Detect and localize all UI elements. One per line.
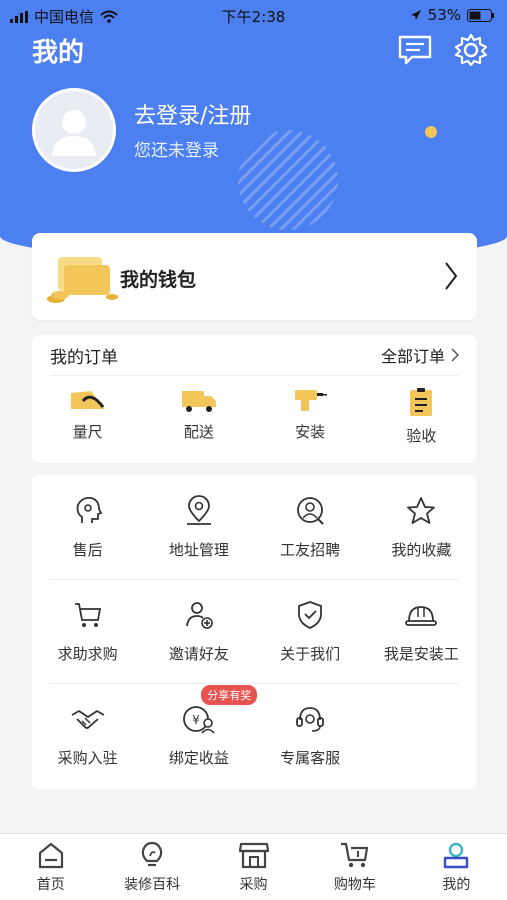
tab-label: 购物车 [333, 877, 376, 893]
message-icon [398, 35, 432, 65]
service-about[interactable]: 关于我们 [255, 599, 366, 664]
service-label: 我的收藏 [391, 541, 452, 559]
wallet-card[interactable]: 我的钱包 [32, 233, 477, 320]
service-label: 售后 [72, 541, 103, 559]
store-icon [238, 842, 269, 869]
battery-icon [467, 8, 494, 22]
order-item-label: 验收 [406, 427, 437, 445]
tab-label: 采购 [239, 877, 268, 893]
cart-icon [74, 603, 101, 627]
gear-icon [454, 33, 488, 67]
decorative-circle [238, 130, 338, 230]
tab-label: 我的 [442, 877, 471, 893]
shield-icon [298, 601, 323, 629]
service-label: 地址管理 [168, 541, 229, 559]
shopping-cart-icon [340, 842, 369, 868]
after-sales-icon [76, 496, 102, 523]
service-label: 绑定收益 [168, 749, 229, 767]
decorative-dot [425, 126, 437, 138]
service-invite[interactable]: 邀请好友 [143, 599, 254, 664]
orders-title: 我的订单 [50, 347, 118, 368]
page-title: 我的 [32, 38, 85, 68]
service-address[interactable]: 地址管理 [143, 495, 254, 560]
order-item-label: 配送 [183, 423, 214, 441]
tab-label: 装修百科 [124, 877, 181, 893]
service-customer-care[interactable]: 专属客服 [255, 703, 366, 768]
service-help-buy[interactable]: 求助求购 [32, 599, 143, 664]
svg-text:¥: ¥ [192, 713, 200, 727]
tab-mine[interactable]: 我的 [406, 834, 507, 900]
chevron-right-icon [445, 262, 458, 290]
helmet-icon [405, 606, 438, 626]
tab-label: 首页 [36, 877, 65, 893]
avatar[interactable] [32, 88, 116, 172]
service-after-sales[interactable]: 售后 [32, 495, 143, 560]
service-label: 采购入驻 [57, 749, 118, 767]
divider [50, 579, 459, 580]
service-favorites[interactable]: 我的收藏 [366, 495, 477, 560]
share-reward-badge: 分享有奖 [201, 685, 258, 705]
order-accept[interactable]: 验收 [366, 387, 477, 446]
service-label: 我是安装工 [383, 645, 459, 663]
bottom-tab-bar: 首页 装修百科 采购 购物车 我的 [0, 833, 507, 900]
tab-shopping-cart[interactable]: 购物车 [304, 834, 405, 900]
service-bind-earnings[interactable]: 分享有奖 ¥ 绑定收益 [143, 685, 258, 768]
login-register-link[interactable]: 去登录/注册 [134, 98, 251, 130]
headset-icon [296, 707, 325, 732]
message-button[interactable] [397, 32, 433, 68]
star-icon [407, 497, 436, 524]
profile-icon [444, 842, 469, 869]
home-icon [38, 842, 63, 869]
status-bar: 中国电信 下午2:38 53% [0, 0, 507, 30]
not-logged-in-text: 您还未登录 [134, 141, 219, 161]
orders-card: 我的订单 全部订单 量尺 配送 安装 验收 [32, 335, 477, 463]
service-label: 求助求购 [57, 645, 118, 663]
drill-icon [295, 390, 328, 411]
tab-home[interactable]: 首页 [0, 834, 101, 900]
login-block[interactable]: 去登录/注册 您还未登录 [134, 98, 251, 161]
order-item-label: 量尺 [72, 423, 103, 441]
battery-percent: 53% [427, 6, 461, 24]
service-procure-join[interactable]: 采购入驻 [32, 703, 143, 768]
service-empty-slot [366, 703, 477, 768]
recruit-icon [297, 497, 324, 525]
clipboard-icon [410, 388, 433, 416]
tab-procurement[interactable]: 采购 [203, 834, 304, 900]
earnings-icon: ¥ [182, 706, 215, 734]
tab-decoration-wiki[interactable]: 装修百科 [101, 834, 202, 900]
settings-button[interactable] [453, 32, 489, 68]
chevron-right-small-icon [451, 348, 459, 362]
default-avatar-icon [52, 110, 96, 156]
order-delivery[interactable]: 配送 [143, 387, 254, 446]
truck-icon [181, 391, 216, 412]
all-orders-label: 全部订单 [380, 347, 445, 366]
handshake-icon [71, 709, 105, 729]
service-recruit[interactable]: 工友招聘 [255, 495, 366, 560]
bulb-icon [141, 841, 163, 867]
service-installer[interactable]: 我是安装工 [366, 599, 477, 664]
services-card: 售后 地址管理 工友招聘 我的收藏 求助求购 邀请好友 关于我们 我是安装工 采… [32, 475, 477, 789]
divider [50, 683, 459, 684]
add-friend-icon [185, 602, 213, 629]
all-orders-link[interactable]: 全部订单 [381, 343, 459, 367]
location-arrow-icon [410, 10, 421, 20]
wallet-label: 我的钱包 [120, 269, 197, 291]
service-label: 专属客服 [280, 749, 341, 767]
service-label: 关于我们 [280, 645, 341, 663]
order-measure[interactable]: 量尺 [32, 387, 143, 446]
service-label: 工友招聘 [280, 541, 341, 559]
wallet-icon [47, 257, 118, 303]
order-item-label: 安装 [295, 423, 326, 441]
ruler-icon [70, 391, 105, 409]
service-label: 邀请好友 [168, 645, 229, 663]
order-install[interactable]: 安装 [255, 387, 366, 446]
location-icon [186, 495, 211, 525]
